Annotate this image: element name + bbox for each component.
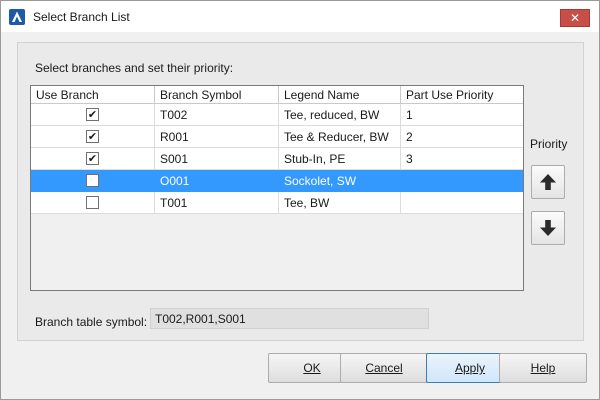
dialog-window: Select Branch List ✕ Select branches and… <box>0 0 600 400</box>
legend-name-cell: Tee, BW <box>279 192 401 214</box>
title-bar[interactable]: Select Branch List ✕ <box>1 1 599 32</box>
help-button[interactable]: Help <box>499 353 587 383</box>
legend-name-cell: Tee, reduced, BW <box>279 104 401 126</box>
arrow-down-icon <box>540 220 556 236</box>
table-row[interactable]: ✔ R001 Tee & Reducer, BW 2 <box>31 126 523 148</box>
priority-cell[interactable] <box>401 192 523 214</box>
branch-symbol-cell: S001 <box>155 148 279 170</box>
ok-button-label: OK <box>303 361 321 375</box>
branch-grid[interactable]: Use Branch Branch Symbol Legend Name Par… <box>30 85 524 291</box>
use-branch-cell: ✔ <box>31 148 155 170</box>
branch-symbol-cell: T001 <box>155 192 279 214</box>
move-up-button[interactable] <box>531 165 565 199</box>
column-header-use-branch[interactable]: Use Branch <box>31 86 155 104</box>
branch-symbol-cell: R001 <box>155 126 279 148</box>
window-title: Select Branch List <box>33 10 130 24</box>
column-header-legend-name[interactable]: Legend Name <box>279 86 401 104</box>
use-branch-checkbox[interactable] <box>86 174 99 187</box>
close-button[interactable]: ✕ <box>560 9 590 27</box>
column-header-part-use-priority[interactable]: Part Use Priority <box>401 86 523 104</box>
legend-name-cell: Tee & Reducer, BW <box>279 126 401 148</box>
column-header-branch-symbol[interactable]: Branch Symbol <box>155 86 279 104</box>
table-row[interactable]: T001 Tee, BW <box>31 192 523 214</box>
branch-symbol-cell: O001 <box>155 170 279 192</box>
branch-table-symbol-label: Branch table symbol: <box>35 315 148 329</box>
use-branch-cell <box>31 170 155 192</box>
use-branch-cell: ✔ <box>31 104 155 126</box>
cancel-button[interactable]: Cancel <box>340 353 428 383</box>
table-row[interactable]: O001 Sockolet, SW <box>31 170 523 192</box>
priority-cell[interactable]: 1 <box>401 104 523 126</box>
arrow-up-icon <box>540 174 556 190</box>
apply-button-label: Apply <box>454 361 486 375</box>
use-branch-checkbox[interactable]: ✔ <box>86 152 99 165</box>
grid-header: Use Branch Branch Symbol Legend Name Par… <box>31 86 523 104</box>
branch-symbol-cell: T002 <box>155 104 279 126</box>
priority-cell[interactable]: 3 <box>401 148 523 170</box>
legend-name-cell: Sockolet, SW <box>279 170 401 192</box>
table-row[interactable]: ✔ T002 Tee, reduced, BW 1 <box>31 104 523 126</box>
branch-table-symbol-field: T002,R001,S001 <box>150 308 429 329</box>
use-branch-checkbox[interactable]: ✔ <box>86 108 99 121</box>
priority-label: Priority <box>530 137 568 151</box>
move-down-button[interactable] <box>531 211 565 245</box>
close-icon: ✕ <box>569 11 581 25</box>
autocad-a-icon <box>9 9 25 25</box>
use-branch-checkbox[interactable]: ✔ <box>86 130 99 143</box>
cancel-button-label: Cancel <box>365 361 403 375</box>
instruction-label: Select branches and set their priority: <box>35 61 234 75</box>
table-row[interactable]: ✔ S001 Stub-In, PE 3 <box>31 148 523 170</box>
use-branch-cell: ✔ <box>31 126 155 148</box>
help-button-label: Help <box>530 361 556 375</box>
priority-cell[interactable]: 2 <box>401 126 523 148</box>
use-branch-checkbox[interactable] <box>86 196 99 209</box>
priority-cell[interactable] <box>401 170 523 192</box>
legend-name-cell: Stub-In, PE <box>279 148 401 170</box>
use-branch-cell <box>31 192 155 214</box>
